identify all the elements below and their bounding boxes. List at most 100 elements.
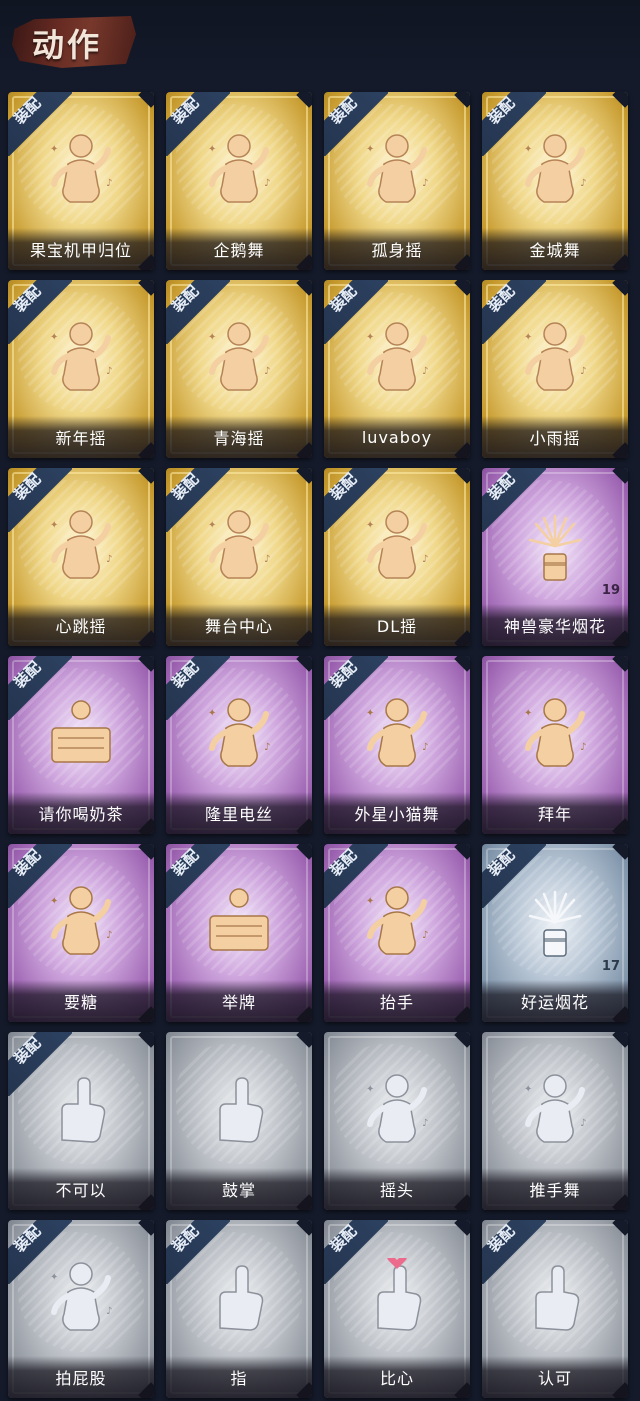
- corner-notch: [296, 280, 312, 296]
- action-card[interactable]: 装配 17 好运烟花: [482, 844, 628, 1022]
- action-label: 果宝机甲归位: [8, 228, 154, 270]
- equipped-badge: 装配: [482, 280, 546, 344]
- equipped-badge-text: 装配: [168, 281, 203, 316]
- action-card[interactable]: 装配 19 神兽豪华烟花: [482, 468, 628, 646]
- equipped-badge-text: 装配: [10, 469, 45, 504]
- action-card[interactable]: ♪ ✦ 拜年: [482, 656, 628, 834]
- corner-notch: [296, 844, 312, 860]
- equipped-badge-text: 装配: [484, 469, 519, 504]
- equipped-badge: 装配: [482, 844, 546, 908]
- action-card[interactable]: ♪ ✦ 装配 外星小猫舞: [324, 656, 470, 834]
- equipped-badge: 装配: [8, 656, 72, 720]
- action-card[interactable]: ♪ ✦ 装配 抬手: [324, 844, 470, 1022]
- corner-notch: [454, 92, 470, 108]
- action-card[interactable]: ♪ ✦ 装配 金城舞: [482, 92, 628, 270]
- corner-notch: [612, 656, 628, 672]
- svg-text:♪: ♪: [264, 742, 270, 753]
- action-card[interactable]: ♪ ✦ 装配 拍屁股: [8, 1220, 154, 1398]
- equipped-badge: 装配: [482, 92, 546, 156]
- action-card[interactable]: ♪ ✦ 装配 新年摇: [8, 280, 154, 458]
- equipped-badge-text: 装配: [484, 1221, 519, 1256]
- action-card[interactable]: ♪ ✦ 装配 果宝机甲归位: [8, 92, 154, 270]
- action-label: 新年摇: [8, 416, 154, 458]
- action-card[interactable]: ♪ ✦ 装配 舞台中心: [166, 468, 312, 646]
- svg-text:♪: ♪: [264, 178, 270, 189]
- corner-notch: [612, 468, 628, 484]
- equipped-badge-text: 装配: [10, 93, 45, 128]
- action-card[interactable]: 装配 举牌: [166, 844, 312, 1022]
- action-card[interactable]: ♪ ✦ 装配 青海摇: [166, 280, 312, 458]
- equipped-badge-text: 装配: [168, 469, 203, 504]
- clap-icon: [206, 1070, 272, 1150]
- action-card[interactable]: 装配 认可: [482, 1220, 628, 1398]
- svg-text:♪: ♪: [580, 1118, 586, 1129]
- header: 动作: [0, 0, 640, 80]
- action-card[interactable]: 装配 比心: [324, 1220, 470, 1398]
- equipped-badge-text: 装配: [10, 657, 45, 692]
- equipped-badge: 装配: [8, 1032, 72, 1096]
- action-card[interactable]: 装配 请你喝奶茶: [8, 656, 154, 834]
- svg-text:♪: ♪: [106, 930, 112, 941]
- svg-text:♪: ♪: [106, 366, 112, 377]
- corner-notch: [454, 1032, 470, 1048]
- action-card[interactable]: 鼓掌: [166, 1032, 312, 1210]
- equipped-badge-text: 装配: [168, 657, 203, 692]
- svg-text:♪: ♪: [264, 554, 270, 565]
- action-card[interactable]: 装配 不可以: [8, 1032, 154, 1210]
- action-card[interactable]: ♪ ✦ 装配 要糖: [8, 844, 154, 1022]
- action-label: 舞台中心: [166, 604, 312, 646]
- corner-notch: [612, 844, 628, 860]
- action-card[interactable]: ♪ ✦ 装配 luvaboy: [324, 280, 470, 458]
- equipped-badge: 装配: [166, 280, 230, 344]
- equipped-badge-text: 装配: [326, 845, 361, 880]
- corner-notch: [454, 280, 470, 296]
- action-label: DL摇: [324, 604, 470, 646]
- action-card[interactable]: ♪ ✦ 装配 小雨摇: [482, 280, 628, 458]
- equipped-badge: 装配: [324, 280, 388, 344]
- action-card[interactable]: ♪ ✦ 装配 企鹅舞: [166, 92, 312, 270]
- equipped-badge-text: 装配: [10, 1033, 45, 1068]
- equipped-badge-text: 装配: [168, 1221, 203, 1256]
- corner-notch: [296, 656, 312, 672]
- action-card[interactable]: 装配指: [166, 1220, 312, 1398]
- corner-notch: [454, 468, 470, 484]
- equipped-badge-text: 装配: [484, 845, 519, 880]
- action-card[interactable]: ♪ ✦ 装配 DL摇: [324, 468, 470, 646]
- svg-text:♪: ♪: [422, 1118, 428, 1129]
- action-label: 好运烟花: [482, 980, 628, 1022]
- corner-notch: [138, 1032, 154, 1048]
- corner-notch: [138, 92, 154, 108]
- action-label: 要糖: [8, 980, 154, 1022]
- svg-text:♪: ♪: [106, 1306, 112, 1317]
- equipped-badge-text: 装配: [326, 1221, 361, 1256]
- action-card[interactable]: ♪ ✦ 摇头: [324, 1032, 470, 1210]
- page-title: 动作: [32, 26, 103, 64]
- action-label: 拍屁股: [8, 1356, 154, 1398]
- action-card[interactable]: ♪ ✦ 装配 隆里电丝: [166, 656, 312, 834]
- action-label: 企鹅舞: [166, 228, 312, 270]
- action-label: 拜年: [482, 792, 628, 834]
- action-label: luvaboy: [324, 416, 470, 458]
- action-label: 金城舞: [482, 228, 628, 270]
- action-label: 推手舞: [482, 1168, 628, 1210]
- equipped-badge: 装配: [324, 1220, 388, 1284]
- action-card[interactable]: ♪ ✦ 推手舞: [482, 1032, 628, 1210]
- svg-text:♪: ♪: [422, 178, 428, 189]
- action-card[interactable]: ♪ ✦ 装配 心跳摇: [8, 468, 154, 646]
- equipped-badge: 装配: [8, 92, 72, 156]
- equipped-badge-text: 装配: [168, 93, 203, 128]
- action-label: 外星小猫舞: [324, 792, 470, 834]
- corner-notch: [454, 844, 470, 860]
- action-label: 比心: [324, 1356, 470, 1398]
- action-label: 小雨摇: [482, 416, 628, 458]
- equipped-badge-text: 装配: [326, 657, 361, 692]
- bow-greeting-icon: ♪ ✦: [522, 694, 588, 774]
- action-label: 抬手: [324, 980, 470, 1022]
- equipped-badge: 装配: [324, 844, 388, 908]
- equipped-badge-text: 装配: [326, 93, 361, 128]
- action-card[interactable]: ♪ ✦ 装配 孤身摇: [324, 92, 470, 270]
- equipped-badge: 装配: [324, 468, 388, 532]
- corner-notch: [454, 1220, 470, 1236]
- action-label: 请你喝奶茶: [8, 792, 154, 834]
- corner-notch: [612, 280, 628, 296]
